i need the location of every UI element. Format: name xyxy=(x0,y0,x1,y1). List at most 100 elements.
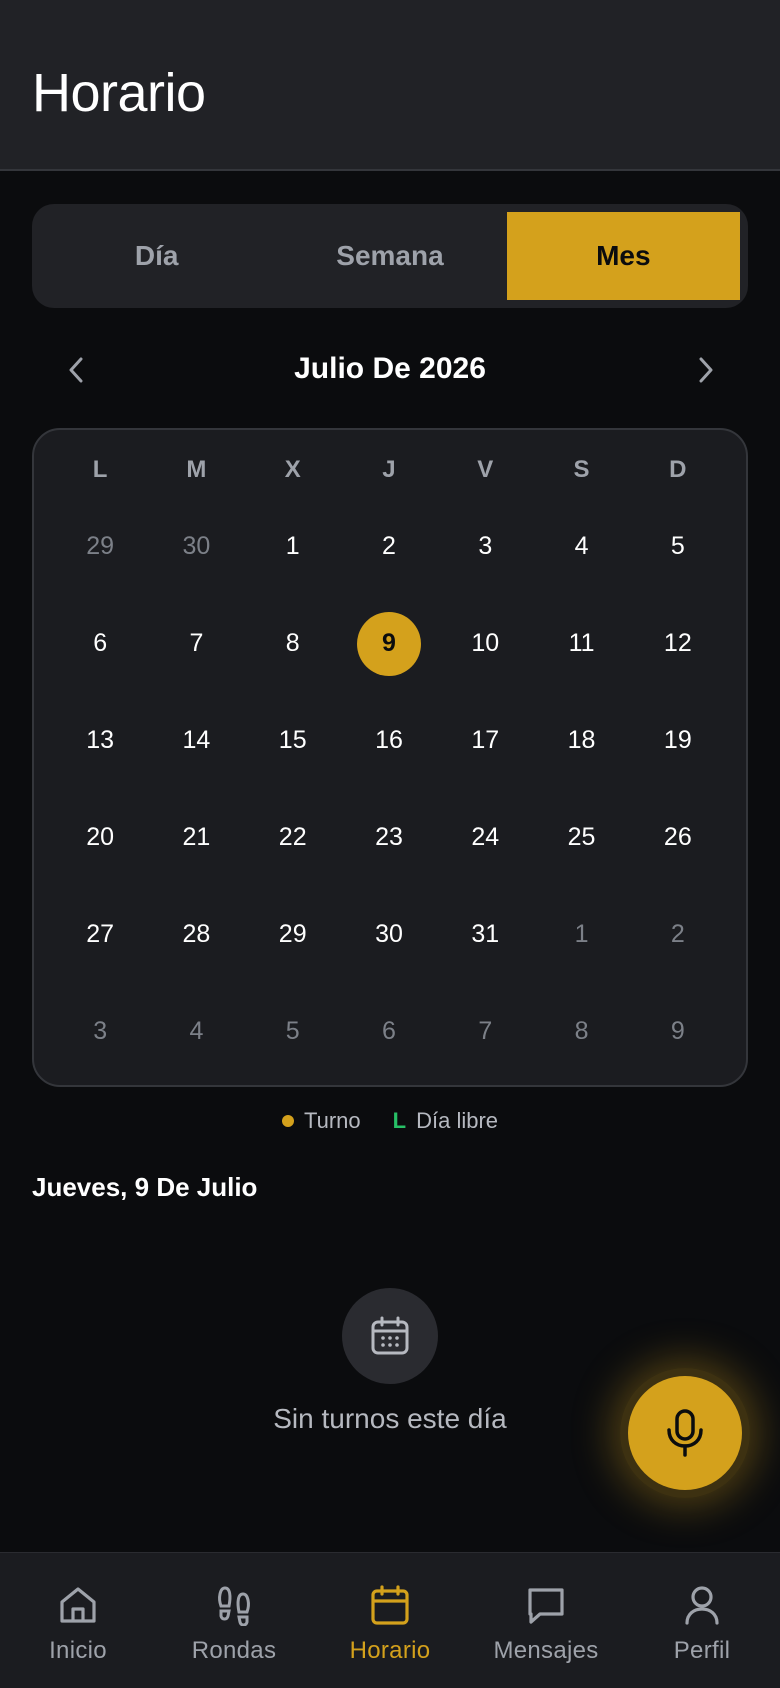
tab-label: Mensajes xyxy=(493,1637,599,1664)
calendar-day[interactable]: 12 xyxy=(630,595,726,692)
calendar-day[interactable]: 8 xyxy=(245,595,341,692)
calendar-day[interactable]: 8 xyxy=(533,983,629,1080)
calendar-day[interactable]: 19 xyxy=(630,692,726,789)
tab-rondas[interactable]: Rondas xyxy=(156,1553,312,1688)
calendar-day[interactable]: 23 xyxy=(341,789,437,886)
calendar-day[interactable]: 31 xyxy=(437,886,533,983)
calendar-day[interactable]: 7 xyxy=(148,595,244,692)
empty-state-icon-circle xyxy=(342,1288,438,1384)
microphone-icon xyxy=(667,1409,703,1457)
day-number: 5 xyxy=(670,532,685,560)
calendar-day[interactable]: 18 xyxy=(533,692,629,789)
day-number: 23 xyxy=(375,823,403,851)
day-number: 27 xyxy=(86,920,115,948)
calendar-day[interactable]: 3 xyxy=(437,498,533,595)
calendar-day[interactable]: 3 xyxy=(52,983,148,1080)
tab-perfil[interactable]: Perfil xyxy=(624,1553,780,1688)
voice-input-button[interactable] xyxy=(628,1376,742,1490)
calendar-icon xyxy=(371,1585,409,1625)
tab-label: Rondas xyxy=(191,1637,277,1664)
calendar-day[interactable]: 29 xyxy=(245,886,341,983)
calendar-day[interactable]: 15 xyxy=(245,692,341,789)
day-number: 16 xyxy=(375,726,403,754)
calendar-day[interactable]: 26 xyxy=(630,789,726,886)
day-number: 29 xyxy=(278,920,307,948)
day-number: 9 xyxy=(356,611,421,676)
calendar-day[interactable]: 1 xyxy=(533,886,629,983)
day-number: 17 xyxy=(471,726,500,754)
calendar-day[interactable]: 28 xyxy=(148,886,244,983)
message-icon xyxy=(528,1588,564,1624)
calendar-week-row: 27 28 29 30 31 1 2 xyxy=(34,886,746,983)
day-number: 5 xyxy=(285,1017,300,1045)
calendar-day[interactable]: 29 xyxy=(52,498,148,595)
calendar-day[interactable]: 5 xyxy=(245,983,341,1080)
bottom-navigation: Inicio Rondas Horario Mensajes Perfil xyxy=(0,1552,780,1688)
next-month-button[interactable] xyxy=(684,348,728,392)
weekday-label: M xyxy=(186,456,207,483)
calendar-day[interactable]: 25 xyxy=(533,789,629,886)
weekday-header: L M X J V S D xyxy=(34,450,746,490)
month-title: Julio De 2026 xyxy=(294,352,486,385)
shift-dot-icon xyxy=(281,1115,294,1127)
day-number: 30 xyxy=(375,920,403,948)
calendar-legend: Turno L Día libre xyxy=(0,1106,780,1136)
day-number: 3 xyxy=(478,532,493,560)
calendar-day[interactable]: 4 xyxy=(148,983,244,1080)
calendar-day[interactable]: 13 xyxy=(52,692,148,789)
day-number: 8 xyxy=(285,629,300,657)
calendar-week-row: 3 4 5 6 7 8 9 xyxy=(34,983,746,1080)
tab-horario[interactable]: Horario xyxy=(312,1553,468,1688)
day-number: 2 xyxy=(670,920,685,948)
calendar-day[interactable]: 5 xyxy=(630,498,726,595)
calendar-week-row: 6 7 8 9 10 11 12 xyxy=(34,595,746,692)
tab-label: Inicio xyxy=(49,1637,107,1664)
calendar-day[interactable]: 6 xyxy=(341,983,437,1080)
calendar-day[interactable]: 10 xyxy=(437,595,533,692)
view-option-day[interactable]: Día xyxy=(40,212,273,300)
calendar-day[interactable]: 11 xyxy=(533,595,629,692)
tab-inicio[interactable]: Inicio xyxy=(0,1553,156,1688)
calendar-day[interactable]: 2 xyxy=(630,886,726,983)
calendar-day[interactable]: 22 xyxy=(245,789,341,886)
calendar-week-row: 29 30 1 2 3 4 5 xyxy=(34,498,746,595)
view-option-month[interactable]: Mes xyxy=(506,212,740,300)
calendar-day[interactable]: 16 xyxy=(341,692,437,789)
calendar-week-row: 20 21 22 23 24 25 26 xyxy=(34,789,746,886)
view-option-week[interactable]: Semana xyxy=(273,212,506,300)
calendar-day[interactable]: 17 xyxy=(437,692,533,789)
day-number: 31 xyxy=(471,920,500,948)
calendar-day[interactable]: 7 xyxy=(437,983,533,1080)
calendar-day[interactable]: 30 xyxy=(148,498,244,595)
calendar-day[interactable]: 6 xyxy=(52,595,148,692)
day-number: 19 xyxy=(663,726,692,754)
weekday-label: J xyxy=(382,456,396,483)
calendar-day[interactable]: 27 xyxy=(52,886,148,983)
calendar-day-selected[interactable]: 9 xyxy=(341,595,437,692)
day-number: 29 xyxy=(86,532,115,560)
day-number: 18 xyxy=(567,726,596,754)
calendar-day[interactable]: 20 xyxy=(52,789,148,886)
legend-shift: Turno xyxy=(281,1108,361,1134)
day-number: 3 xyxy=(93,1017,108,1045)
calendar-day[interactable]: 24 xyxy=(437,789,533,886)
day-number: 30 xyxy=(182,532,211,560)
calendar-day[interactable]: 30 xyxy=(341,886,437,983)
tab-label: Perfil xyxy=(673,1637,731,1664)
calendar-day[interactable]: 9 xyxy=(630,983,726,1080)
day-number: 12 xyxy=(663,629,692,657)
calendar-day[interactable]: 21 xyxy=(148,789,244,886)
calendar-day[interactable]: 4 xyxy=(533,498,629,595)
calendar-day[interactable]: 2 xyxy=(341,498,437,595)
day-number: 4 xyxy=(574,532,589,560)
calendar-week-row: 13 14 15 16 17 18 19 xyxy=(34,692,746,789)
weekday-label: L xyxy=(92,456,108,483)
calendar-day[interactable]: 14 xyxy=(148,692,244,789)
day-number: 9 xyxy=(670,1017,685,1045)
schedule-screen: Horario Día Semana Mes Julio De 2026 L M… xyxy=(0,0,780,1688)
day-number: 10 xyxy=(471,629,500,657)
tab-mensajes[interactable]: Mensajes xyxy=(468,1553,624,1688)
day-number: 20 xyxy=(86,823,115,851)
day-number: 6 xyxy=(382,1017,396,1045)
calendar-day[interactable]: 1 xyxy=(245,498,341,595)
